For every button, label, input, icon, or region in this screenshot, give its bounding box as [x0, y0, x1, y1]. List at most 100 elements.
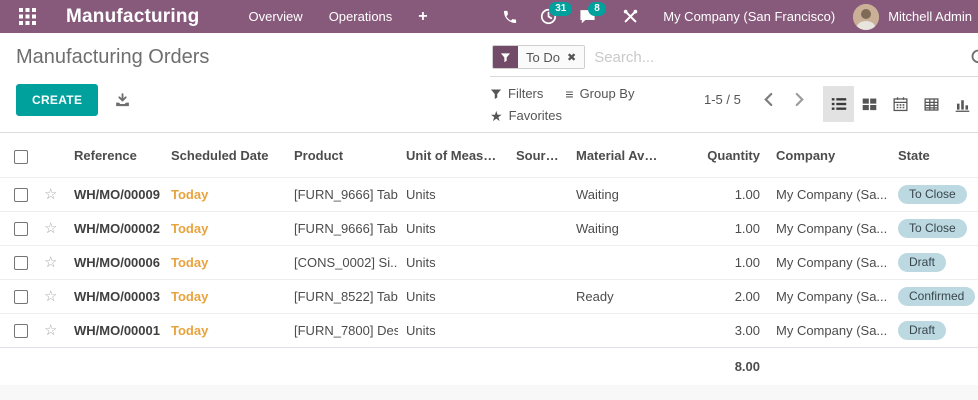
cell-uom: Units: [398, 244, 508, 280]
cell-company: My Company (Sa...: [768, 278, 890, 314]
cell-uom: Units: [398, 210, 508, 246]
menu-operations[interactable]: Operations: [316, 0, 406, 33]
table-row[interactable]: ☆ WH/MO/00006 Today [CONS_0002] Si... Un…: [0, 244, 978, 280]
export-icon[interactable]: [114, 92, 131, 109]
company-switcher[interactable]: My Company (San Francisco): [649, 9, 849, 24]
cell-company: My Company (Sa...: [768, 244, 890, 280]
table-row[interactable]: ☆ WH/MO/00002 Today [FURN_9666] Tab... U…: [0, 210, 978, 246]
cell-material-availability: Waiting: [568, 210, 668, 246]
table-footer-row: 8.00: [0, 346, 978, 386]
cell-reference: WH/MO/00001: [66, 312, 163, 348]
search-input[interactable]: [594, 48, 978, 66]
header-product[interactable]: Product: [286, 133, 398, 177]
cell-reference: WH/MO/00009: [66, 176, 163, 212]
user-name[interactable]: Mitchell Admin: [879, 9, 978, 24]
menu-overview[interactable]: Overview: [236, 0, 316, 33]
avatar[interactable]: [853, 3, 880, 30]
avatar-silhouette: [853, 3, 880, 30]
search-icon[interactable]: [970, 48, 978, 68]
group-by-button[interactable]: ≡ Group By: [565, 86, 634, 101]
crossed-tools-glyph: [623, 9, 638, 23]
facet-filter-funnel-icon: [493, 46, 518, 68]
status-badge: To Close: [898, 218, 967, 238]
row-checkbox[interactable]: [14, 255, 28, 270]
favorites-star-icon: ★: [490, 107, 503, 124]
cell-scheduled-date: Today: [163, 244, 286, 280]
row-checkbox[interactable]: [14, 323, 28, 338]
header-uom[interactable]: Unit of Measure: [398, 133, 508, 177]
facet-remove-icon[interactable]: ✖: [567, 51, 576, 64]
cell-quantity: 1.00: [668, 176, 768, 212]
header-state[interactable]: State: [890, 133, 978, 177]
group-by-label: Group By: [579, 86, 635, 101]
tools-icon[interactable]: [612, 0, 649, 33]
status-badge: Draft: [898, 252, 947, 272]
header-company[interactable]: Company: [768, 133, 890, 177]
filters-funnel-icon: [491, 89, 501, 99]
table-row[interactable]: ☆ WH/MO/00009 Today [FURN_9666] Tab... U…: [0, 176, 978, 212]
create-button[interactable]: CREATE: [16, 84, 99, 116]
view-switcher: [823, 86, 978, 122]
cell-material-availability: [568, 244, 668, 280]
header-scheduled-date[interactable]: Scheduled Date: [163, 133, 286, 177]
cell-scheduled-date: Today: [163, 278, 286, 314]
table-row[interactable]: ☆ WH/MO/00001 Today [FURN_7800] Des... U…: [0, 312, 978, 348]
view-graph-icon[interactable]: [947, 86, 978, 122]
row-checkbox[interactable]: [14, 289, 28, 304]
star-icon[interactable]: ☆: [44, 220, 57, 237]
filters-label: Filters: [508, 86, 544, 101]
cell-reference: WH/MO/00002: [66, 210, 163, 246]
header-reference[interactable]: Reference: [66, 133, 163, 177]
row-checkbox[interactable]: [14, 221, 28, 236]
pager-range: 1-5 / 5: [704, 92, 741, 107]
cell-uom: Units: [398, 312, 508, 348]
favorites-button[interactable]: ★ Favorites: [490, 108, 562, 123]
cell-source: [508, 176, 568, 212]
header-quantity[interactable]: Quantity: [668, 133, 768, 177]
group-by-icon: ≡: [565, 85, 574, 102]
table-header-row: Reference Scheduled Date Product Unit of…: [0, 133, 978, 177]
view-pivot-icon[interactable]: [916, 86, 947, 122]
control-panel: Manufacturing Orders CREATE To Do ✖ Sear…: [0, 33, 978, 133]
apps-grid-glyph: [18, 8, 36, 25]
cell-source: [508, 244, 568, 280]
cell-quantity: 1.00: [668, 244, 768, 280]
star-icon[interactable]: ☆: [44, 288, 57, 305]
cell-company: My Company (Sa...: [768, 312, 890, 348]
view-kanban-icon[interactable]: [854, 86, 885, 122]
row-checkbox[interactable]: [14, 187, 28, 202]
download-glyph: [116, 92, 130, 106]
app-name[interactable]: Manufacturing: [66, 6, 200, 28]
star-icon[interactable]: ☆: [44, 254, 57, 271]
cell-source: [508, 312, 568, 348]
cell-uom: Units: [398, 278, 508, 314]
message-count-badge: 8: [588, 2, 606, 16]
status-badge: Confirmed: [898, 286, 976, 306]
star-icon[interactable]: ☆: [44, 322, 57, 339]
messages-icon[interactable]: 8: [568, 0, 612, 33]
pager-next-icon[interactable]: [784, 92, 815, 107]
menu-plus[interactable]: +: [405, 0, 440, 33]
activities-clock-icon[interactable]: 31: [529, 0, 573, 33]
cell-quantity: 2.00: [668, 278, 768, 314]
page-title: Manufacturing Orders: [16, 46, 210, 68]
view-calendar-icon[interactable]: [885, 86, 916, 122]
filters-button[interactable]: Filters: [490, 86, 543, 101]
cell-scheduled-date: Today: [163, 210, 286, 246]
phone-icon[interactable]: [491, 0, 529, 33]
table-row[interactable]: ☆ WH/MO/00003 Today [FURN_8522] Tab... U…: [0, 278, 978, 314]
select-all-checkbox[interactable]: [14, 149, 28, 164]
pager-prev-icon[interactable]: [753, 92, 784, 107]
view-list-icon[interactable]: [823, 86, 854, 122]
header-material-availability[interactable]: Material Availa...: [568, 133, 668, 177]
favorites-label: Favorites: [508, 108, 563, 123]
star-icon[interactable]: ☆: [44, 186, 57, 203]
search-facet-todo[interactable]: To Do ✖: [492, 45, 586, 69]
apps-grid-icon[interactable]: [10, 0, 44, 33]
phone-glyph: [504, 10, 517, 23]
status-badge: Draft: [898, 320, 947, 340]
search-options-row: Filters ≡ Group By ★ Favorites 1-5 / 5: [490, 77, 978, 123]
status-badge: To Close: [898, 184, 967, 204]
page-background: [0, 385, 978, 400]
header-source[interactable]: Source: [508, 133, 568, 177]
